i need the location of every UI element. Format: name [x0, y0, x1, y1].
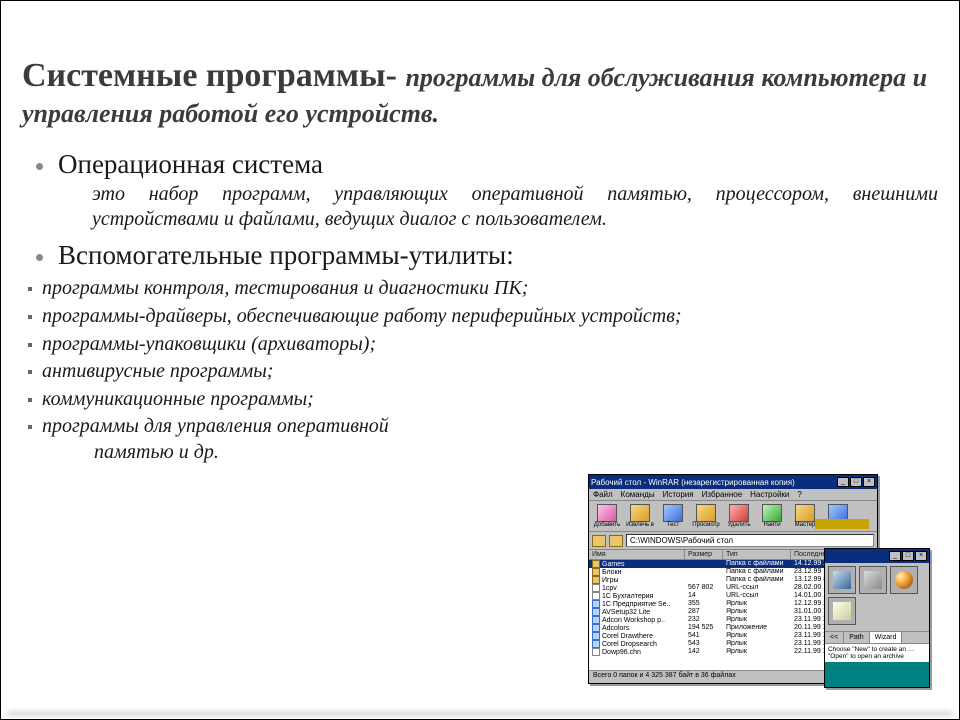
download-icon	[833, 571, 851, 589]
delete-icon	[729, 504, 749, 522]
file-icon	[592, 640, 600, 648]
path-field[interactable]: C:\WINDOWS\Рабочий стол	[626, 534, 874, 547]
hand-icon	[833, 602, 851, 620]
globe-icon	[895, 571, 913, 589]
view-icon	[696, 504, 716, 522]
etc-line: памятью и др.	[94, 441, 938, 464]
file-icon	[592, 616, 600, 624]
menu-item[interactable]: ?	[797, 490, 801, 499]
shadow	[8, 711, 952, 716]
test-icon	[663, 504, 683, 522]
sub-item: программы-упаковщики (архиваторы);	[26, 331, 938, 359]
min-icon[interactable]: _	[837, 477, 849, 487]
slide-title: Системные программы- программы для обслу…	[22, 58, 938, 129]
sub-item: программы для управления оперативной	[26, 413, 938, 441]
sub-item: программы контроля, тестирования и диагн…	[26, 275, 938, 303]
menu-item[interactable]: Избранное	[702, 490, 743, 499]
up-icon[interactable]	[592, 535, 606, 547]
books-icon	[597, 504, 617, 522]
item-os-def: это набор программ, управляющих оператив…	[92, 182, 938, 232]
file-icon	[592, 568, 600, 576]
sel-date-overlay	[815, 519, 869, 529]
menu-item[interactable]: Настройки	[750, 490, 789, 499]
max-icon[interactable]: □	[902, 551, 914, 561]
tool-extract[interactable]: Извлечь в	[625, 504, 655, 528]
dlg-titlebar[interactable]: _ □ ×	[825, 549, 929, 563]
tab-path[interactable]: Path	[844, 632, 869, 643]
tab-back[interactable]: <<	[825, 632, 844, 643]
item-os-header: Операционная система	[58, 149, 938, 180]
file-icon	[592, 600, 600, 608]
menu-item[interactable]: Команды	[621, 490, 655, 499]
menu-item[interactable]: Файл	[593, 490, 613, 499]
btn-download[interactable]	[828, 566, 856, 594]
tool-test[interactable]: Тест	[658, 504, 688, 528]
btn-hand[interactable]	[828, 597, 856, 625]
keys-icon	[864, 571, 882, 589]
dlg-readout: Choose "New" to create an … "Open" to op…	[825, 643, 929, 662]
item-util-header: Вспомогательные программы-утилиты:	[58, 240, 938, 271]
wizard-dialog: _ □ × << Path Wizard Choose "New" to cre…	[824, 548, 930, 688]
dlg-body	[825, 563, 929, 631]
dlg-tabs: << Path Wizard	[825, 631, 929, 643]
menu-item[interactable]: История	[663, 490, 694, 499]
min-icon[interactable]: _	[889, 551, 901, 561]
tool-find[interactable]: Найти	[757, 504, 787, 528]
menubar[interactable]: Файл Команды История Избранное Настройки…	[589, 489, 877, 501]
file-icon	[592, 648, 600, 656]
find-icon	[762, 504, 782, 522]
main-list: Операционная система это набор программ,…	[22, 149, 938, 271]
tab-wizard[interactable]: Wizard	[870, 632, 903, 643]
sub-item: антивирусные программы;	[26, 358, 938, 386]
max-icon[interactable]: □	[850, 477, 862, 487]
close-icon[interactable]: ×	[863, 477, 875, 487]
file-icon	[592, 576, 600, 584]
sub-item: программы-драйверы, обеспечивающие работ…	[26, 303, 938, 331]
file-icon	[592, 624, 600, 632]
file-icon	[592, 592, 600, 600]
titlebar[interactable]: Рабочий стол - WinRAR (незарегистрирован…	[589, 475, 877, 489]
tool-delete[interactable]: Удалить	[724, 504, 754, 528]
tool-view[interactable]: Просмотр	[691, 504, 721, 528]
sub-item: коммуникационные программы;	[26, 386, 938, 414]
tool-add[interactable]: Добавить	[592, 504, 622, 528]
slide: Системные программы- программы для обслу…	[0, 0, 960, 720]
item-util: Вспомогательные программы-утилиты:	[30, 240, 938, 271]
file-icon	[592, 560, 600, 568]
sub-list: программы контроля, тестирования и диагн…	[22, 275, 938, 441]
folder-icon	[609, 535, 623, 547]
btn-globe[interactable]	[890, 566, 918, 594]
file-icon	[592, 632, 600, 640]
close-icon[interactable]: ×	[915, 551, 927, 561]
file-icon	[592, 584, 600, 592]
extract-icon	[630, 504, 650, 522]
file-icon	[592, 608, 600, 616]
item-os: Операционная система это набор программ,…	[30, 149, 938, 232]
title-bold: Системные программы-	[22, 57, 397, 94]
window-title: Рабочий стол - WinRAR (незарегистрирован…	[591, 478, 837, 487]
wizard-icon	[795, 504, 815, 522]
btn-keys[interactable]	[859, 566, 887, 594]
